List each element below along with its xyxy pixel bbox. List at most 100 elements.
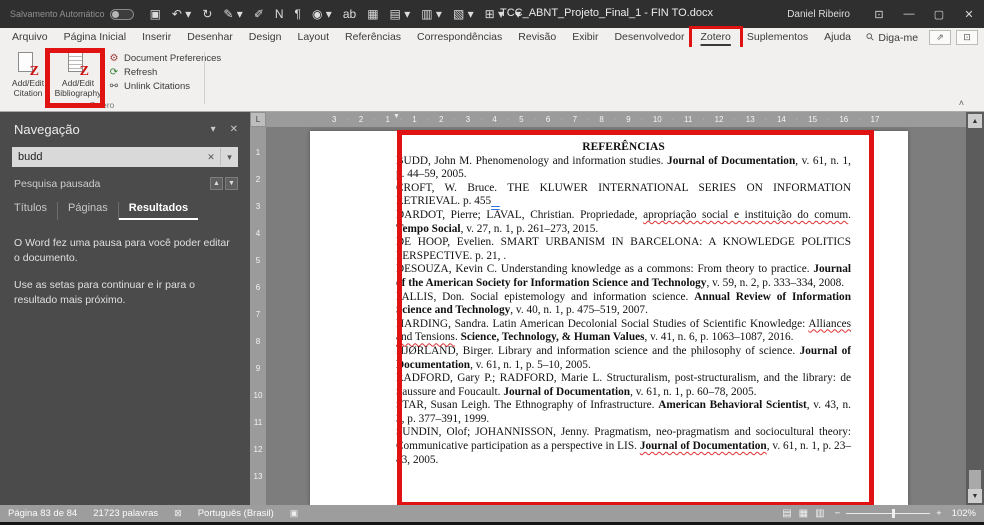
comments-icon[interactable]: ⊡ bbox=[956, 30, 978, 45]
zoom-level[interactable]: 102% bbox=[952, 508, 976, 519]
document-page[interactable]: REFERÊNCIAS BUDD, John M. Phenomenology … bbox=[310, 131, 908, 505]
ribbon-tab-referencias[interactable]: Referências bbox=[337, 28, 409, 47]
ribbon-tab-revisao[interactable]: Revisão bbox=[510, 28, 564, 47]
user-name: Daniel Ribeiro bbox=[787, 8, 850, 20]
ribbon-tab-desenhar[interactable]: Desenhar bbox=[179, 28, 241, 47]
save-icon[interactable]: ▣ bbox=[150, 7, 161, 21]
ribbon-tabs: Arquivo Página Inicial Inserir Desenhar Desi… bbox=[4, 26, 859, 50]
ribbon: Z Add/Edit Citation Z Add/Edit Bibliogra… bbox=[0, 47, 984, 112]
document-title: TCC_ABNT_Projeto_Final_1 - FIN TO.docx bbox=[500, 7, 713, 19]
bold-icon[interactable]: N bbox=[275, 7, 284, 21]
pane-close-icon[interactable]: ✕ bbox=[230, 124, 238, 135]
nav-tab-paginas[interactable]: Páginas bbox=[58, 202, 119, 220]
vertical-ruler[interactable]: 1 2 3 4 5 6 7 8 9 10 11 12 13 bbox=[250, 127, 266, 505]
zoom-slider: − + bbox=[835, 508, 942, 519]
editor-icon[interactable]: ✎ ▾ bbox=[223, 7, 242, 21]
language-indicator[interactable]: Português (Brasil) bbox=[198, 508, 274, 519]
ribbon-tab-inserir[interactable]: Inserir bbox=[134, 28, 179, 47]
word-count[interactable]: 21723 palavras bbox=[93, 508, 158, 519]
ribbon-tab-ajuda[interactable]: Ajuda bbox=[816, 28, 859, 47]
zotero-group-label: Zotero bbox=[89, 100, 115, 110]
reference-item: BUDD, John M. Phenomenology and informat… bbox=[396, 154, 852, 181]
reference-item: SUNDIN, Olof; JOHANNISSON, Jenny. Pragma… bbox=[396, 426, 852, 466]
ribbon-group-separator bbox=[204, 52, 205, 104]
reference-item: CROFT, W. Bruce. THE KLUWER INTERNATIONA… bbox=[396, 181, 851, 208]
read-mode-icon[interactable]: ▤ bbox=[782, 508, 791, 519]
pane-options-icon[interactable]: ▾ bbox=[211, 124, 216, 135]
format-painter-icon[interactable]: ✐ bbox=[254, 7, 264, 21]
search-dropdown-icon[interactable]: ▾ bbox=[220, 148, 238, 166]
horizontal-ruler[interactable]: 3 · 2 · 1 · 1 · 2 · 3 · 4 · 5 · 6 · 7 · 8 · 9 · 10 · 11 · 12 · 13 · 14 · 1… bbox=[266, 112, 966, 127]
print-layout-icon[interactable]: ▦ bbox=[799, 508, 808, 519]
picture-icon[interactable]: ▦ bbox=[367, 7, 378, 21]
add-edit-bibliography-label: Add/Edit Bibliography bbox=[54, 78, 102, 98]
collapse-ribbon-icon[interactable]: ˄ bbox=[959, 98, 964, 108]
ribbon-display-options-icon[interactable]: ⊡ bbox=[864, 0, 894, 28]
redo-icon[interactable]: ↻ bbox=[202, 7, 212, 21]
indent-marker-icon[interactable]: ▼ bbox=[393, 113, 400, 120]
proofing-errors-icon[interactable]: ⊠ bbox=[174, 508, 182, 519]
page-indicator[interactable]: Página 83 de 84 bbox=[8, 508, 77, 519]
ribbon-tab-exibir[interactable]: Exibir bbox=[564, 28, 606, 47]
previous-result-button[interactable]: ▲ bbox=[210, 177, 223, 190]
autosave-control[interactable]: Salvamento Automático bbox=[10, 8, 134, 20]
vertical-scrollbar[interactable]: ▲ ▼ bbox=[966, 112, 984, 505]
scroll-down-icon[interactable]: ▼ bbox=[968, 489, 982, 503]
scroll-up-icon[interactable]: ▲ bbox=[968, 114, 982, 128]
reference-item: DARDOT, Pierre; LAVAL, Christian. Propri… bbox=[396, 208, 851, 235]
tellme-label: Diga-me bbox=[878, 31, 919, 44]
ribbon-tab-zotero[interactable]: Zotero bbox=[688, 26, 743, 50]
ribbon-tab-arquivo[interactable]: Arquivo bbox=[4, 28, 56, 47]
ribbon-tab-layout[interactable]: Layout bbox=[289, 28, 337, 47]
references-heading: REFERÊNCIAS bbox=[582, 141, 665, 153]
web-layout-icon[interactable]: ▥ bbox=[815, 508, 824, 519]
open-document-icon[interactable]: ▥ ▾ bbox=[421, 7, 442, 21]
close-icon[interactable]: ✕ bbox=[954, 0, 984, 28]
macro-record-icon[interactable]: ▣ bbox=[290, 508, 299, 519]
navigation-pane-title: Navegação bbox=[14, 122, 80, 137]
undo-icon[interactable]: ↶ ▾ bbox=[172, 7, 191, 21]
zoom-in-icon[interactable]: + bbox=[936, 508, 942, 519]
refresh-icon: ⟳ bbox=[109, 67, 119, 78]
navigation-tabs: Títulos Páginas Resultados bbox=[14, 202, 236, 220]
zoom-slider-thumb[interactable] bbox=[892, 509, 896, 518]
search-input[interactable] bbox=[12, 151, 202, 163]
zotero-citation-icon: Z bbox=[18, 52, 39, 79]
paste-icon[interactable]: ▧ ▾ bbox=[453, 7, 474, 21]
read-aloud-icon[interactable]: ◉ ▾ bbox=[312, 7, 332, 21]
zoom-slider-track[interactable] bbox=[846, 509, 931, 518]
translate-icon[interactable]: ab bbox=[343, 7, 356, 21]
tab-selector[interactable]: L bbox=[250, 112, 266, 127]
reference-item: STAR, Susan Leigh. The Ethnography of In… bbox=[396, 399, 852, 425]
ribbon-tab-pagina-inicial[interactable]: Página Inicial bbox=[56, 28, 134, 47]
nav-tab-resultados[interactable]: Resultados bbox=[118, 202, 199, 220]
minimize-icon[interactable]: — bbox=[894, 0, 924, 28]
view-mode-icons: ▤ ▦ ▥ bbox=[782, 508, 824, 519]
restore-icon[interactable]: ▢ bbox=[924, 0, 954, 28]
gear-icon: ⚙ bbox=[109, 53, 119, 64]
ribbon-tab-correspondencias[interactable]: Correspondências bbox=[409, 28, 510, 47]
next-result-button[interactable]: ▼ bbox=[225, 177, 238, 190]
share-icon[interactable]: ⇗ bbox=[929, 30, 951, 45]
reference-item: HARDING, Sandra. Latin American Decoloni… bbox=[396, 317, 851, 344]
nav-tab-titulos[interactable]: Títulos bbox=[14, 202, 59, 220]
unlink-icon: ⚯ bbox=[109, 81, 119, 92]
ribbon-tab-design[interactable]: Design bbox=[241, 28, 290, 47]
tellme-box[interactable]: ⚲ Diga-me bbox=[859, 28, 926, 47]
navigation-search-box: ✕ ▾ bbox=[12, 147, 238, 167]
navigation-message-secondary: Use as setas para continuar e ir para o … bbox=[14, 279, 195, 306]
search-clear-icon[interactable]: ✕ bbox=[202, 148, 220, 166]
zoom-out-icon[interactable]: − bbox=[835, 508, 841, 519]
reference-item: DE HOOP, Evelien. SMART URBANISM IN BARC… bbox=[396, 236, 851, 262]
titlebar-right: Daniel Ribeiro ⊡ — ▢ ✕ bbox=[787, 0, 984, 28]
word-window: Salvamento Automático ▣ ↶ ▾ ↻ ✎ ▾ ✐ N ¶ ◉ ▾ ab ▦ ▤… bbox=[0, 0, 984, 525]
status-bar: Página 83 de 84 21723 palavras ⊠ Portugu… bbox=[0, 505, 984, 522]
ribbon-tab-desenvolvedor[interactable]: Desenvolvedor bbox=[606, 28, 692, 47]
ribbon-tab-suplementos[interactable]: Suplementos bbox=[739, 28, 816, 47]
navigation-message: O Word fez uma pausa para você poder edi… bbox=[14, 237, 230, 264]
new-document-icon[interactable]: ▤ ▾ bbox=[390, 7, 411, 21]
autosave-toggle[interactable] bbox=[109, 8, 134, 20]
zotero-bibliography-icon: Z bbox=[68, 52, 89, 79]
paragraph-marks-icon[interactable]: ¶ bbox=[295, 7, 301, 21]
search-status-label: Pesquisa pausada bbox=[14, 177, 101, 190]
